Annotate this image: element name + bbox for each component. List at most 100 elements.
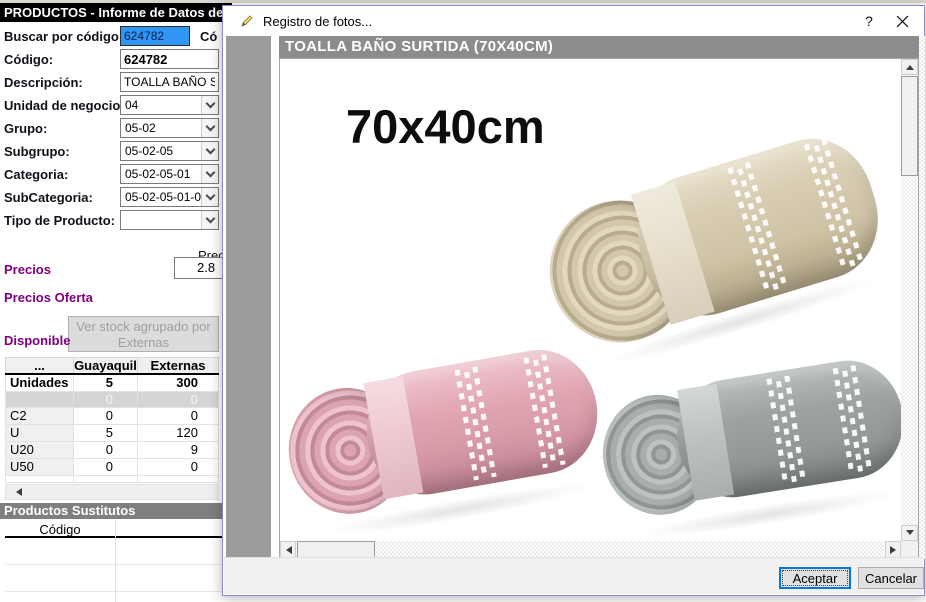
stock-table: ... Guayaquil Externas Unidades 5 300 0 … <box>5 357 219 483</box>
photo-vscrollbar[interactable] <box>901 59 918 541</box>
dialog-title: Registro de fotos... <box>263 14 372 29</box>
towel-dotted-stripe <box>452 366 500 481</box>
codigo-input[interactable] <box>120 49 219 69</box>
scroll-right-button[interactable] <box>885 541 901 558</box>
towel-dotted-stripe <box>521 353 569 468</box>
subcategoria-label: SubCategoria: <box>4 190 93 205</box>
categoria-combobox[interactable]: 05-02-05-01 <box>120 164 219 184</box>
main-window-titlebar: PRODUCTOS - Informe de Datos del Pro <box>0 3 232 22</box>
descripcion-input[interactable] <box>120 72 219 92</box>
registro-fotos-dialog: Registro de fotos... ? TOALLA BAÑO SURTI… <box>222 5 925 596</box>
photo-list-panel <box>226 36 271 559</box>
categoria-dropdown-button[interactable] <box>201 165 218 183</box>
close-button[interactable] <box>884 6 920 36</box>
subcategoria-dropdown-button[interactable] <box>201 188 218 206</box>
sustitutos-table: Código <box>5 520 226 602</box>
sustitutos-col-codigo[interactable]: Código <box>5 520 115 537</box>
categoria-value: 05-02-05-01 <box>121 167 201 181</box>
unidad-label: Unidad de negocio: <box>4 98 125 113</box>
buscar-input[interactable] <box>120 26 190 46</box>
vscrollbar-thumb[interactable] <box>901 76 918 176</box>
subcategoria-value: 05-02-05-01-04 <box>121 190 201 204</box>
scroll-up-icon <box>906 61 914 70</box>
stock-col-dots[interactable]: ... <box>6 358 74 375</box>
tipo-dropdown-button[interactable] <box>201 211 218 229</box>
table-row[interactable]: Unidades 5 300 <box>6 374 219 391</box>
grupo-combobox[interactable]: 05-02 <box>120 118 219 138</box>
scroll-left-icon <box>282 546 292 554</box>
dialog-titlebar[interactable]: Registro de fotos... ? <box>223 6 924 36</box>
subgrupo-dropdown-button[interactable] <box>201 142 218 160</box>
form-row-subgrupo: Subgrupo: 05-02-05 <box>0 141 224 164</box>
scroll-left-button[interactable] <box>280 541 296 558</box>
form-row-codigo: Código: <box>0 49 224 72</box>
chevron-down-icon <box>205 167 215 177</box>
size-caption: 70x40cm <box>346 99 545 154</box>
towel-dotted-stripe <box>830 365 875 474</box>
tipo-combobox[interactable] <box>120 210 219 230</box>
descripcion-label: Descripción: <box>4 75 83 90</box>
scrollbar-corner <box>901 541 918 558</box>
close-x-icon <box>896 15 909 28</box>
subgrupo-value: 05-02-05 <box>121 144 201 158</box>
towel-body <box>357 341 607 503</box>
chevron-down-icon <box>205 144 215 154</box>
table-row <box>6 475 219 482</box>
table-row[interactable]: U50 0 0 <box>6 458 219 475</box>
subgrupo-label: Subgrupo: <box>4 144 70 159</box>
table-row[interactable]: C2 0 0 <box>6 407 219 424</box>
photo-viewport: 70x40cm <box>280 59 901 541</box>
towel-body <box>669 353 901 505</box>
precios-section-label: Precios <box>4 262 51 277</box>
towel-body <box>622 124 893 330</box>
unidad-combobox[interactable]: 04 <box>120 95 219 115</box>
form-row-descripcion: Descripción: <box>0 72 224 95</box>
scroll-left-icon[interactable] <box>12 488 22 496</box>
stock-table-hscrollbar[interactable] <box>5 484 219 500</box>
scroll-down-button[interactable] <box>901 525 918 541</box>
form-row-categoria: Categoria: 05-02-05-01 <box>0 164 224 187</box>
codigo-label: Código: <box>4 52 53 67</box>
tipo-label: Tipo de Producto: <box>4 213 115 228</box>
categoria-label: Categoria: <box>4 167 68 182</box>
stock-col-guayaquil[interactable]: Guayaquil <box>74 358 138 375</box>
table-row[interactable]: 0 0 <box>6 391 219 407</box>
unidad-dropdown-button[interactable] <box>201 96 218 114</box>
subcategoria-combobox[interactable]: 05-02-05-01-04 <box>120 187 219 207</box>
cancel-button[interactable]: Cancelar <box>858 567 924 589</box>
table-row[interactable]: U 5 120 <box>6 424 219 441</box>
grupo-dropdown-button[interactable] <box>201 119 218 137</box>
chevron-down-icon <box>205 98 215 108</box>
scroll-down-icon <box>906 530 914 539</box>
table-row[interactable]: U20 0 9 <box>6 441 219 458</box>
help-button[interactable]: ? <box>853 6 885 36</box>
photo-title-bar: TOALLA BAÑO SURTIDA (70X40CM) <box>279 36 919 58</box>
stock-col-externas[interactable]: Externas <box>138 358 219 375</box>
chevron-down-icon <box>205 213 215 223</box>
unidad-value: 04 <box>121 98 201 112</box>
grupo-label: Grupo: <box>4 121 47 136</box>
column-divider <box>115 520 116 602</box>
ver-stock-button[interactable]: Ver stock agrupado porExternas <box>68 316 219 352</box>
subgrupo-combobox[interactable]: 05-02-05 <box>120 141 219 161</box>
form-row-tipo: Tipo de Producto: <box>0 210 224 233</box>
codigo-partial-label: Có <box>200 29 217 44</box>
pencil-icon <box>239 13 255 29</box>
photo-frame: 70x40cm <box>279 58 919 559</box>
chevron-down-icon <box>205 121 215 131</box>
photo-hscrollbar[interactable] <box>280 541 901 558</box>
disponible-section-label: Disponible <box>4 333 70 348</box>
chevron-down-icon <box>205 190 215 200</box>
towel-dotted-stripe <box>725 161 791 294</box>
grupo-value: 05-02 <box>121 121 201 135</box>
productos-sustitutos-header: Productos Sustitutos <box>0 503 226 519</box>
scroll-up-button[interactable] <box>901 59 918 75</box>
photo-area: TOALLA BAÑO SURTIDA (70X40CM) 70x40cm <box>279 36 919 559</box>
form-row-subcategoria: SubCategoria: 05-02-05-01-04 <box>0 187 224 210</box>
towel-pink-image <box>288 353 600 521</box>
hscrollbar-thumb[interactable] <box>297 541 375 558</box>
buscar-label: Buscar por código: <box>4 29 123 44</box>
stock-header-row: ... Guayaquil Externas <box>6 358 219 375</box>
accept-button[interactable]: Aceptar <box>779 567 851 589</box>
towel-gray-image <box>600 356 901 526</box>
